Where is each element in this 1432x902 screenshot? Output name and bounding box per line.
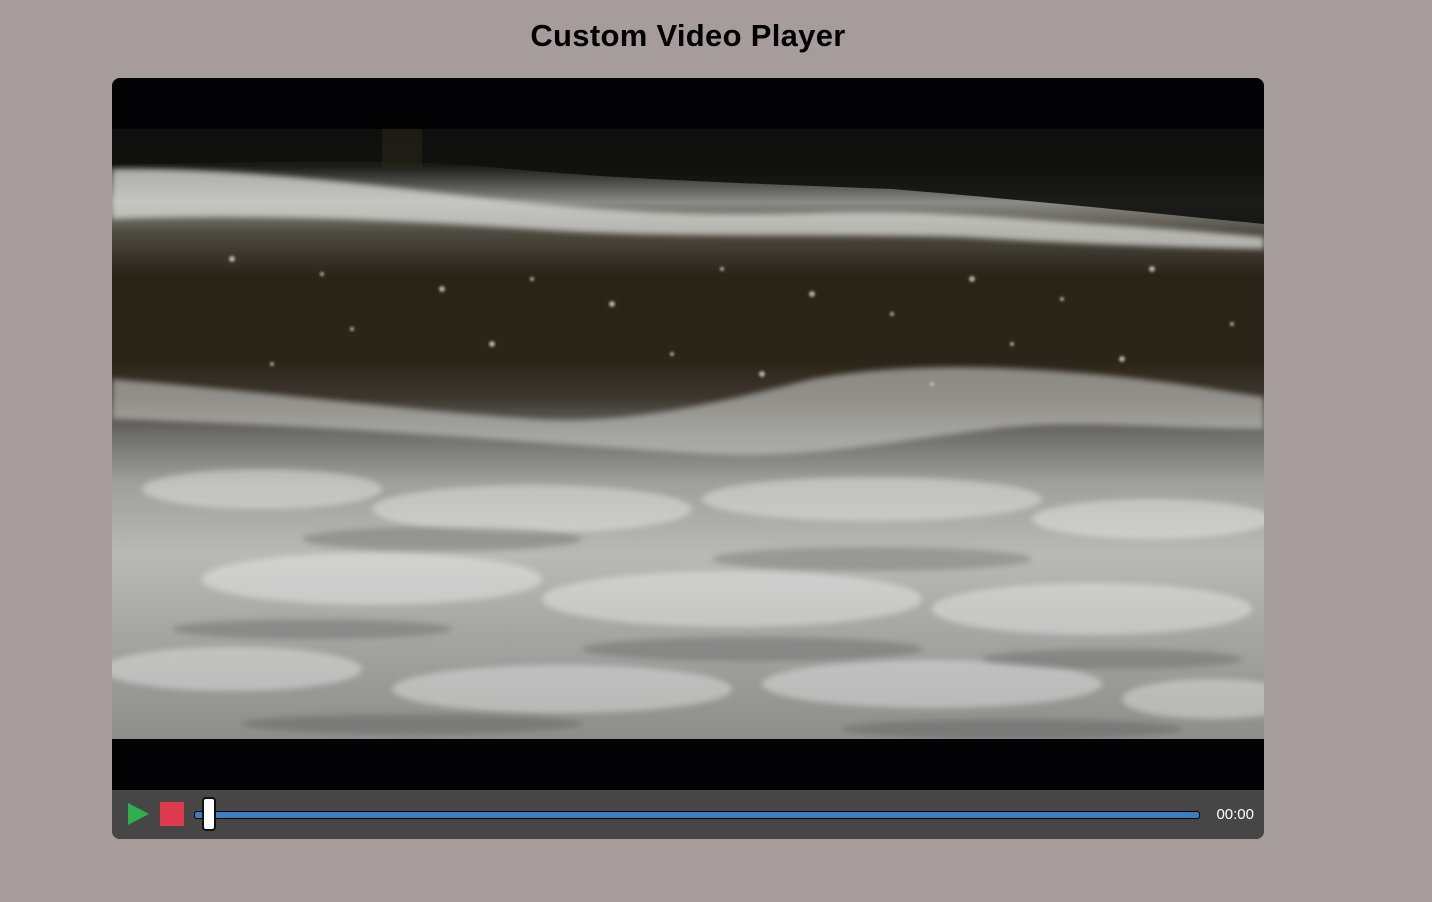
progress-bar[interactable] [194, 797, 1200, 831]
stop-icon [160, 802, 184, 826]
stop-button[interactable] [160, 802, 184, 826]
page-title: Custom Video Player [530, 18, 846, 53]
video-player: 00:00 [112, 78, 1264, 839]
play-icon [128, 803, 149, 825]
video-frame [112, 129, 1264, 739]
control-bar: 00:00 [112, 790, 1264, 839]
play-button[interactable] [126, 802, 150, 826]
time-display: 00:00 [1216, 806, 1254, 823]
video-screen[interactable] [112, 78, 1264, 790]
progress-thumb[interactable] [202, 797, 216, 831]
progress-track [195, 812, 1199, 818]
